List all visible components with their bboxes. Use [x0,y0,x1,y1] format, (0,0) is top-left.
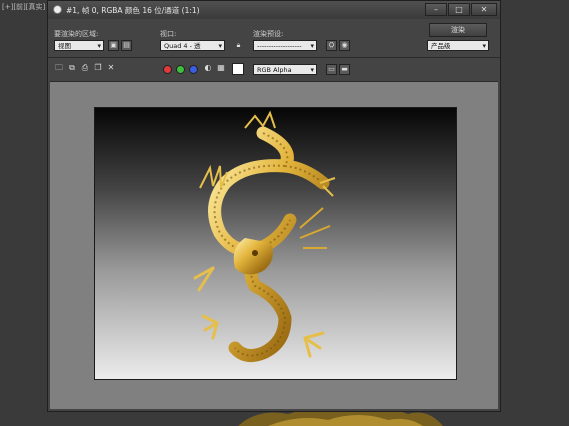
color-swatch[interactable] [232,63,244,75]
toggle-ui-icon[interactable]: ▭ [326,64,337,75]
display-channel-dropdown[interactable]: RGB Alpha [253,64,317,75]
frame-buffer-viewport [50,81,498,409]
red-channel-toggle[interactable] [163,65,172,74]
maximize-button[interactable]: □ [448,3,470,16]
clone-frame-icon[interactable]: ⧉ [67,63,77,73]
area-lock-icon[interactable]: ▣ [108,40,119,51]
save-image-icon[interactable]: 🗀︎ [54,63,64,73]
render-setup-icon[interactable]: ⛭ [326,40,337,51]
render-toolbar: 要渲染的区域: 视图 ▣ ▤ 视口: Quad 4 - 透 🔒︎ 渲染预设: -… [48,19,500,79]
render-preset-label: 渲染预设: [253,30,284,38]
render-button[interactable]: 渲染 [429,23,487,37]
viewport-dropdown[interactable]: Quad 4 - 透 [160,40,225,51]
product-level-dropdown[interactable]: 产品级 [427,40,489,51]
golden-dragon-render [193,110,336,363]
toolbar-separator [48,57,500,58]
area-to-render-label: 要渲染的区域: [54,30,99,38]
rendered-frame-window: #1, 帧 0, RGBA 颜色 16 位/通道 (1:1) – □ ✕ 要渲染… [47,0,501,412]
clear-icon[interactable]: ✕ [106,63,116,73]
environment-effects-icon[interactable]: ◉ [339,40,350,51]
render-preset-dropdown[interactable]: ------------------- [253,40,317,51]
window-app-icon [53,5,62,14]
background-viewport-label[interactable]: [+][前][真实] [2,2,45,12]
rendered-image [94,107,457,380]
monochrome-icon[interactable]: ▦ [216,63,226,73]
copy-image-icon[interactable]: ❐ [93,63,103,73]
window-title: #1, 帧 0, RGBA 颜色 16 位/通道 (1:1) [66,6,200,15]
toggle-overlay-icon[interactable]: ▬ [339,64,350,75]
auto-region-icon[interactable]: ▤ [121,40,132,51]
alpha-channel-icon[interactable]: ◐ [203,63,213,73]
viewport-label: 视口: [160,30,177,38]
close-button[interactable]: ✕ [471,3,497,16]
minimize-button[interactable]: – [425,3,447,16]
print-image-icon[interactable]: ⎙ [80,63,90,73]
green-channel-toggle[interactable] [176,65,185,74]
area-to-render-dropdown[interactable]: 视图 [54,40,104,51]
title-bar[interactable]: #1, 帧 0, RGBA 颜色 16 位/通道 (1:1) – □ ✕ [48,1,500,20]
blue-channel-toggle[interactable] [189,65,198,74]
lock-icon[interactable]: 🔒︎ [233,40,244,51]
